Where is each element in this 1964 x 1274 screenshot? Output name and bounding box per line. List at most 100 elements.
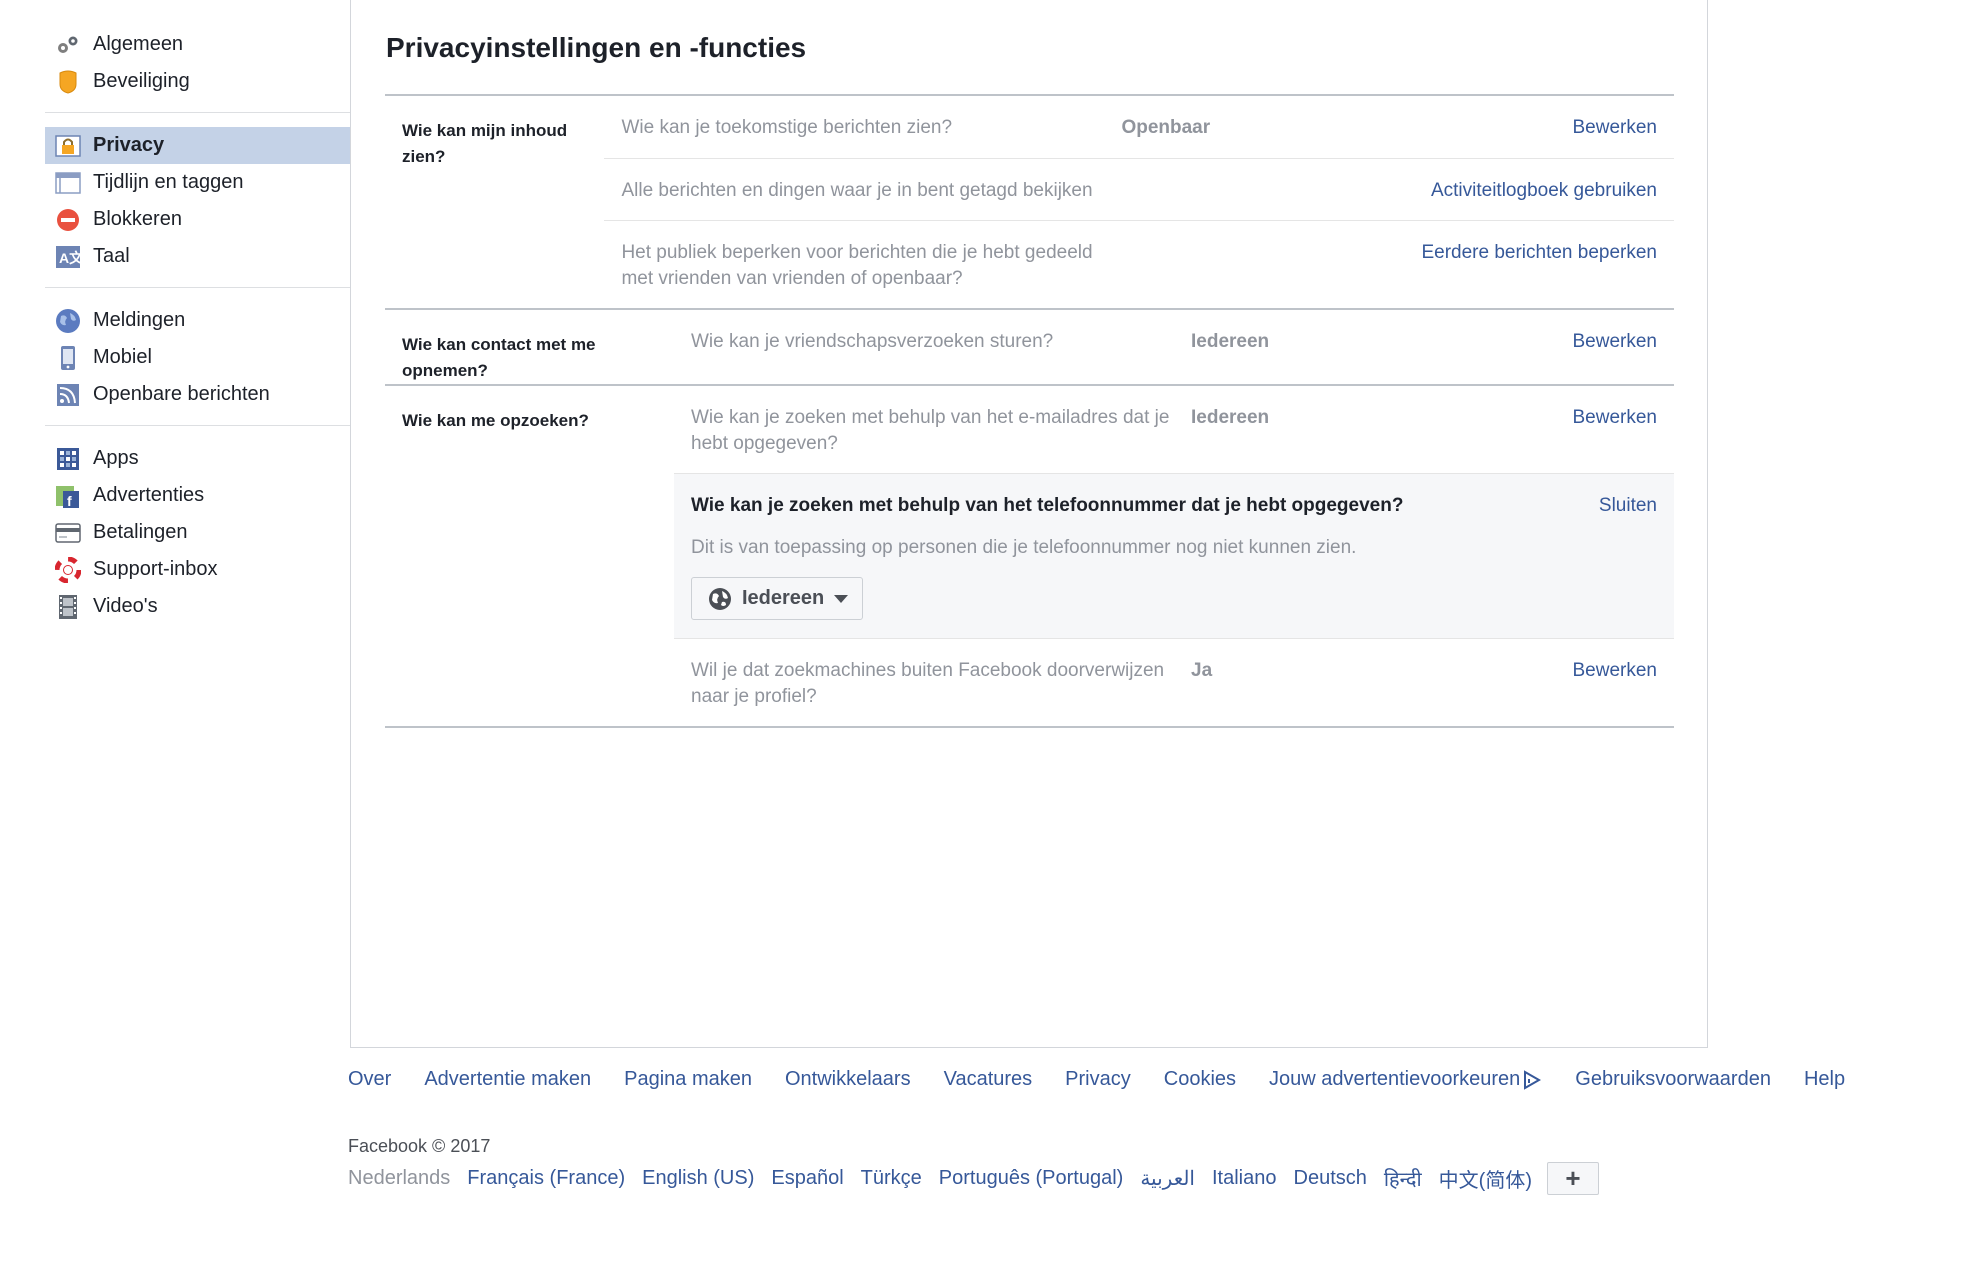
credit-card-icon	[55, 520, 81, 546]
sidebar-item-beveiliging[interactable]: Beveiliging	[45, 63, 350, 100]
footer-link-vacatures[interactable]: Vacatures	[944, 1068, 1033, 1091]
section-content-visibility: Wie kan mijn inhoud zien? Wie kan je toe…	[385, 96, 1674, 310]
footer-link-ontwikkelaars[interactable]: Ontwikkelaars	[785, 1068, 911, 1091]
sidebar-item-mobiel[interactable]: Mobiel	[45, 339, 350, 376]
sidebar-group-notifications: Meldingen Mobiel Openbare berichten	[45, 298, 350, 417]
edit-link[interactable]: Bewerken	[1491, 329, 1658, 356]
sidebar-item-label: Openbare berichten	[93, 383, 270, 405]
setting-value: Openbaar	[1121, 117, 1211, 138]
footer-link-advertentie-maken[interactable]: Advertentie maken	[424, 1068, 591, 1091]
sidebar-item-meldingen[interactable]: Meldingen	[45, 302, 350, 339]
sidebar-item-label: Advertenties	[93, 484, 205, 506]
language-link[interactable]: हिन्दी	[1384, 1165, 1422, 1192]
edit-link[interactable]: Bewerken	[1491, 658, 1658, 710]
activity-log-link[interactable]: Activiteitlogboek gebruiken	[1421, 178, 1657, 204]
footer-links: Over Advertentie maken Pagina maken Ontw…	[348, 1068, 1878, 1091]
section-label: Wie kan me opzoeken?	[402, 411, 589, 430]
footer-link-help[interactable]: Help	[1804, 1068, 1845, 1091]
edit-link[interactable]: Bewerken	[1491, 405, 1658, 457]
adchoices-icon	[1522, 1069, 1542, 1090]
sidebar-item-label: Video's	[93, 595, 158, 617]
sidebar-divider	[45, 425, 350, 426]
language-link[interactable]: Português (Portugal)	[939, 1167, 1124, 1190]
section-label: Wie kan contact met me opnemen?	[402, 335, 596, 380]
language-link[interactable]: Español	[771, 1167, 843, 1190]
privacy-settings-panel: Privacyinstellingen en -functies Wie kan…	[350, 0, 1708, 1048]
footer-link-advertentievoorkeuren[interactable]: Jouw advertentievoorkeuren	[1269, 1068, 1542, 1091]
setting-question: Wil je dat zoekmachines buiten Facebook …	[691, 660, 1165, 707]
sidebar-item-label: Algemeen	[93, 33, 184, 55]
mobile-icon	[55, 345, 81, 371]
footer-link-pagina-maken[interactable]: Pagina maken	[624, 1068, 752, 1091]
language-link[interactable]: Français (France)	[467, 1167, 625, 1190]
apps-icon	[55, 446, 81, 472]
language-link[interactable]: English (US)	[642, 1167, 754, 1190]
sidebar-item-algemeen[interactable]: Algemeen	[45, 26, 350, 63]
language-link[interactable]: Italiano	[1212, 1167, 1277, 1190]
more-languages-button[interactable]: +	[1546, 1162, 1599, 1195]
setting-value: Ja	[1191, 660, 1213, 681]
settings-sidebar: Algemeen Beveiliging Privacy Tijdlijn en…	[45, 22, 350, 629]
setting-question: Wie kan je zoeken met behulp van het tel…	[691, 495, 1404, 516]
sidebar-item-videos[interactable]: Video's	[45, 588, 350, 625]
gears-icon	[55, 32, 81, 58]
sidebar-item-label: Betalingen	[93, 521, 188, 543]
sidebar-item-label: Mobiel	[93, 346, 152, 368]
timeline-icon	[55, 170, 81, 196]
setting-row: Het publiek beperken voor berichten die …	[604, 220, 1674, 308]
setting-question: Alle berichten en dingen waar je in bent…	[621, 180, 1093, 201]
section-contact: Wie kan contact met me opnemen? Wie kan …	[385, 310, 1674, 386]
language-link[interactable]: Deutsch	[1294, 1167, 1367, 1190]
footer-link-gebruiksvoorwaarden[interactable]: Gebruiksvoorwaarden	[1575, 1068, 1771, 1091]
sidebar-item-privacy[interactable]: Privacy	[45, 127, 350, 164]
audience-selector[interactable]: Iedereen	[691, 577, 864, 620]
sidebar-item-tijdlijn[interactable]: Tijdlijn en taggen	[45, 164, 350, 201]
setting-value	[1121, 240, 1421, 292]
limit-past-posts-link[interactable]: Eerdere berichten beperken	[1421, 240, 1657, 292]
language-selector: Nederlands Français (France) English (US…	[348, 1162, 1599, 1195]
language-link[interactable]: 中文(简体)	[1439, 1164, 1532, 1193]
footer-link-cookies[interactable]: Cookies	[1164, 1068, 1236, 1091]
ads-icon: f	[55, 483, 81, 509]
setting-row: Wie kan je zoeken met behulp van het e-m…	[674, 386, 1674, 473]
film-icon	[55, 594, 81, 620]
setting-description: Dit is van toepassing op personen die je…	[691, 537, 1357, 558]
close-link[interactable]: Sluiten	[1599, 493, 1657, 519]
lifebuoy-icon	[55, 556, 81, 583]
section-label: Wie kan mijn inhoud zien?	[402, 121, 568, 166]
setting-question: Wie kan je zoeken met behulp van het e-m…	[691, 407, 1170, 454]
sidebar-item-advertenties[interactable]: f Advertenties	[45, 477, 350, 514]
shield-icon	[55, 69, 81, 95]
chevron-down-icon	[834, 594, 849, 603]
sidebar-group-apps: Apps f Advertenties Betalingen Support-i…	[45, 436, 350, 629]
sidebar-item-apps[interactable]: Apps	[45, 440, 350, 477]
page-title: Privacyinstellingen en -functies	[386, 32, 807, 63]
expanded-setting-row: Wie kan je zoeken met behulp van het tel…	[674, 473, 1674, 638]
section-rows: Wie kan je zoeken met behulp van het e-m…	[674, 386, 1674, 726]
sidebar-group-privacy: Privacy Tijdlijn en taggen Blokkeren A文 …	[45, 123, 350, 279]
setting-row: Alle berichten en dingen waar je in bent…	[604, 158, 1674, 220]
lock-icon	[55, 133, 81, 159]
sidebar-item-label: Support-inbox	[93, 558, 218, 580]
setting-row: Wie kan je toekomstige berichten zien? O…	[604, 96, 1674, 158]
edit-link[interactable]: Bewerken	[1421, 115, 1658, 142]
setting-value: Iedereen	[1191, 407, 1270, 428]
sidebar-item-openbare-berichten[interactable]: Openbare berichten	[45, 376, 350, 413]
sidebar-item-blokkeren[interactable]: Blokkeren	[45, 201, 350, 238]
setting-row: Wie kan je vriendschapsverzoeken sturen?…	[674, 310, 1674, 372]
globe-icon	[708, 587, 732, 611]
sidebar-item-label: Blokkeren	[93, 208, 182, 230]
section-rows: Wie kan je vriendschapsverzoeken sturen?…	[674, 310, 1674, 384]
setting-question: Wie kan je toekomstige berichten zien?	[621, 117, 953, 138]
language-link[interactable]: العربية	[1140, 1166, 1195, 1191]
footer-link-privacy[interactable]: Privacy	[1065, 1068, 1131, 1091]
sidebar-item-support-inbox[interactable]: Support-inbox	[45, 551, 350, 588]
setting-row: Wil je dat zoekmachines buiten Facebook …	[674, 638, 1674, 726]
language-link[interactable]: Türkçe	[861, 1167, 922, 1190]
section-lookup: Wie kan me opzoeken? Wie kan je zoeken m…	[385, 386, 1674, 728]
sidebar-item-label: Apps	[93, 447, 139, 469]
sidebar-item-betalingen[interactable]: Betalingen	[45, 514, 350, 551]
footer-link-over[interactable]: Over	[348, 1068, 391, 1091]
sidebar-item-taal[interactable]: A文 Taal	[45, 238, 350, 275]
copyright: Facebook © 2017	[348, 1136, 491, 1156]
